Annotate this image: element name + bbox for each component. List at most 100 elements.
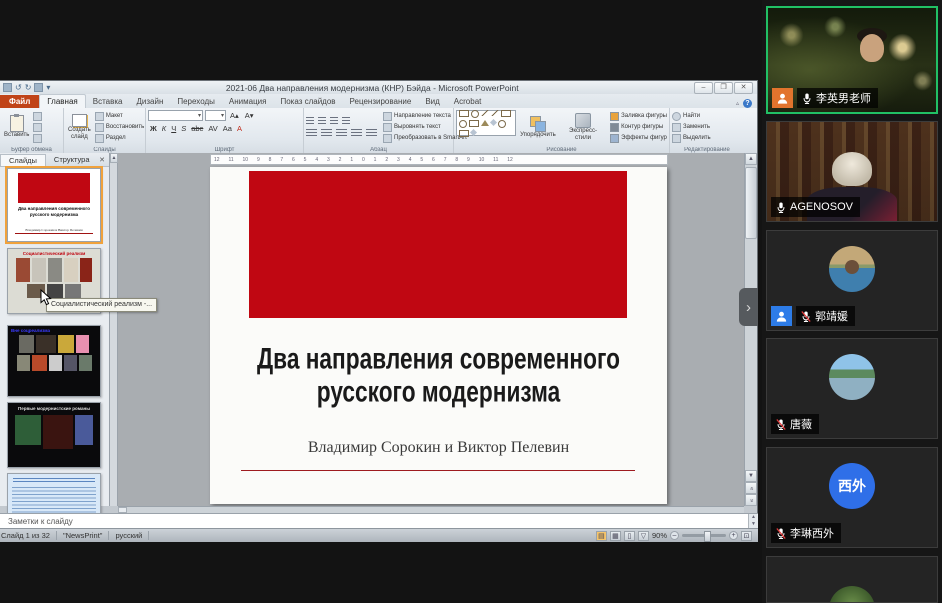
justify-icon[interactable] <box>351 129 362 137</box>
shape-fill-button[interactable]: Заливка фигуры <box>610 112 667 121</box>
slide-scrollbar[interactable]: ▲ ▼ « » <box>744 153 757 506</box>
participant-tile[interactable] <box>766 556 938 603</box>
collapse-sidebar-button[interactable]: › <box>739 288 758 326</box>
tab-view[interactable]: Вид <box>418 95 446 108</box>
next-slide-button[interactable]: » <box>745 494 757 506</box>
zoom-slider-thumb[interactable] <box>704 531 711 542</box>
scroll-down-icon[interactable]: ▼ <box>748 521 758 528</box>
language-status[interactable]: русский <box>109 531 149 540</box>
bullets-icon[interactable] <box>306 117 314 125</box>
text-shadow-button[interactable]: S <box>179 124 188 134</box>
scroll-up-icon[interactable]: ▲ <box>748 514 758 521</box>
select-button[interactable]: Выделить <box>672 134 711 143</box>
reset-button[interactable]: Восстановить <box>95 123 144 132</box>
quick-styles-button[interactable]: Экспресс-стили <box>560 110 606 144</box>
tab-review[interactable]: Рецензирование <box>343 95 419 108</box>
reading-view-button[interactable]: ▯ <box>624 531 635 541</box>
align-center-icon[interactable] <box>321 129 332 137</box>
slide-title[interactable]: Два направления современного русского мо… <box>247 342 631 409</box>
previous-slide-button[interactable]: « <box>745 482 757 494</box>
columns-icon[interactable] <box>366 129 377 137</box>
slideshow-view-button[interactable]: ▽ <box>638 531 649 541</box>
slideshow-icon[interactable] <box>34 83 43 92</box>
slide-thumbnail-1[interactable]: Два направления современного русского мо… <box>7 168 101 242</box>
shrink-font-button[interactable]: A▾ <box>243 111 256 121</box>
format-painter-icon[interactable] <box>33 134 42 143</box>
slide-number-status[interactable]: Слайд 1 из 32 <box>0 531 57 540</box>
participant-tile[interactable]: 西外 李琳西外 <box>766 447 938 548</box>
zoom-level[interactable]: 90% <box>652 531 667 540</box>
shapes-gallery[interactable] <box>456 110 516 136</box>
help-icon[interactable]: ? <box>743 99 752 108</box>
minimize-button[interactable]: – <box>694 82 713 94</box>
notes-scrollbar[interactable]: ▲ ▼ <box>748 514 758 528</box>
tab-design[interactable]: Дизайн <box>129 95 170 108</box>
slide-red-banner[interactable] <box>249 171 627 318</box>
slide-subtitle[interactable]: Владимир Сорокин и Виктор Пелевин <box>210 439 667 457</box>
zoom-slider[interactable] <box>682 534 726 537</box>
slide-thumbnail-3[interactable]: Вне соцреализма <box>7 325 101 397</box>
minimize-ribbon-icon[interactable]: ▵ <box>736 100 739 107</box>
redo-icon[interactable]: ↻ <box>25 84 32 91</box>
participant-tile[interactable]: 唐薇 <box>766 338 938 439</box>
find-button[interactable]: Найти <box>672 112 711 121</box>
change-case-button[interactable]: Aa <box>221 124 234 134</box>
undo-icon[interactable]: ↺ <box>15 84 22 91</box>
tab-home[interactable]: Главная <box>39 94 85 108</box>
tab-slideshow[interactable]: Показ слайдов <box>273 95 342 108</box>
tab-acrobat[interactable]: Acrobat <box>447 95 489 108</box>
cut-icon[interactable] <box>33 112 42 121</box>
tab-outline[interactable]: Структура <box>46 154 98 165</box>
shape-outline-button[interactable]: Контур фигуры <box>610 123 667 132</box>
layout-button[interactable]: Макет <box>95 112 144 121</box>
participant-tile[interactable]: 郭靖媛 <box>766 230 938 331</box>
slide-thumbnail-5[interactable] <box>7 473 101 515</box>
slides-pane-scrollbar[interactable]: ▲ <box>110 153 118 506</box>
fit-to-window-button[interactable]: ⊡ <box>741 531 752 541</box>
section-button[interactable]: Раздел <box>95 134 144 143</box>
font-name-select[interactable]: ▾ <box>148 110 203 121</box>
slide-canvas[interactable]: Два направления современного русского мо… <box>210 167 667 504</box>
font-color-button[interactable]: A <box>235 124 244 134</box>
copy-icon[interactable] <box>33 123 42 132</box>
save-icon[interactable] <box>3 83 12 92</box>
maximize-button[interactable]: ❒ <box>714 82 733 94</box>
character-spacing-button[interactable]: AV <box>206 124 219 134</box>
indent-more-icon[interactable] <box>342 117 350 125</box>
align-left-icon[interactable] <box>306 129 317 137</box>
zoom-out-button[interactable]: – <box>670 531 679 540</box>
normal-view-button[interactable]: ▤ <box>596 531 607 541</box>
strikethrough-button[interactable]: abc <box>189 124 205 134</box>
scroll-down-icon[interactable]: ▼ <box>745 470 757 482</box>
scrollbar-thumb[interactable] <box>745 167 757 239</box>
notes-pane[interactable]: Заметки к слайду ▲ ▼ <box>0 513 758 528</box>
shape-effects-button[interactable]: Эффекты фигур <box>610 134 667 143</box>
arrange-button[interactable]: Упорядочить <box>518 110 558 144</box>
indent-less-icon[interactable] <box>330 117 338 125</box>
tab-slides-thumbnails[interactable]: Слайды <box>0 154 46 166</box>
slide-sorter-view-button[interactable]: ▦ <box>610 531 621 541</box>
horizontal-scrollbar[interactable] <box>118 506 744 513</box>
underline-button[interactable]: Ч <box>169 124 178 134</box>
slide-thumbnail-4[interactable]: Первые модернистские романы <box>7 402 101 468</box>
tab-insert[interactable]: Вставка <box>86 95 130 108</box>
tab-animations[interactable]: Анимация <box>222 95 274 108</box>
tab-transitions[interactable]: Переходы <box>170 95 222 108</box>
close-pane-icon[interactable]: ✕ <box>99 156 109 164</box>
new-slide-button[interactable]: Создать слайд <box>66 110 93 144</box>
replace-button[interactable]: Заменить <box>672 123 711 132</box>
scroll-up-icon[interactable]: ▲ <box>745 153 757 165</box>
grow-font-button[interactable]: A▴ <box>228 111 241 121</box>
tab-file[interactable]: Файл <box>0 95 39 108</box>
italic-button[interactable]: К <box>160 124 168 134</box>
numbering-icon[interactable] <box>318 117 326 125</box>
zoom-in-button[interactable]: + <box>729 531 738 540</box>
bold-button[interactable]: Ж <box>148 124 159 134</box>
paste-button[interactable]: Вставить <box>2 110 31 144</box>
participant-tile[interactable]: AGENOSOV <box>766 121 938 222</box>
scroll-up-icon[interactable]: ▲ <box>110 153 118 163</box>
title-bar[interactable]: ↺ ↻ ▾ 2021-06 Два направления модернизма… <box>0 81 757 94</box>
participant-tile[interactable]: 李英男老师 <box>766 6 938 114</box>
theme-status[interactable]: "NewsPrint" <box>57 531 110 540</box>
align-right-icon[interactable] <box>336 129 347 137</box>
